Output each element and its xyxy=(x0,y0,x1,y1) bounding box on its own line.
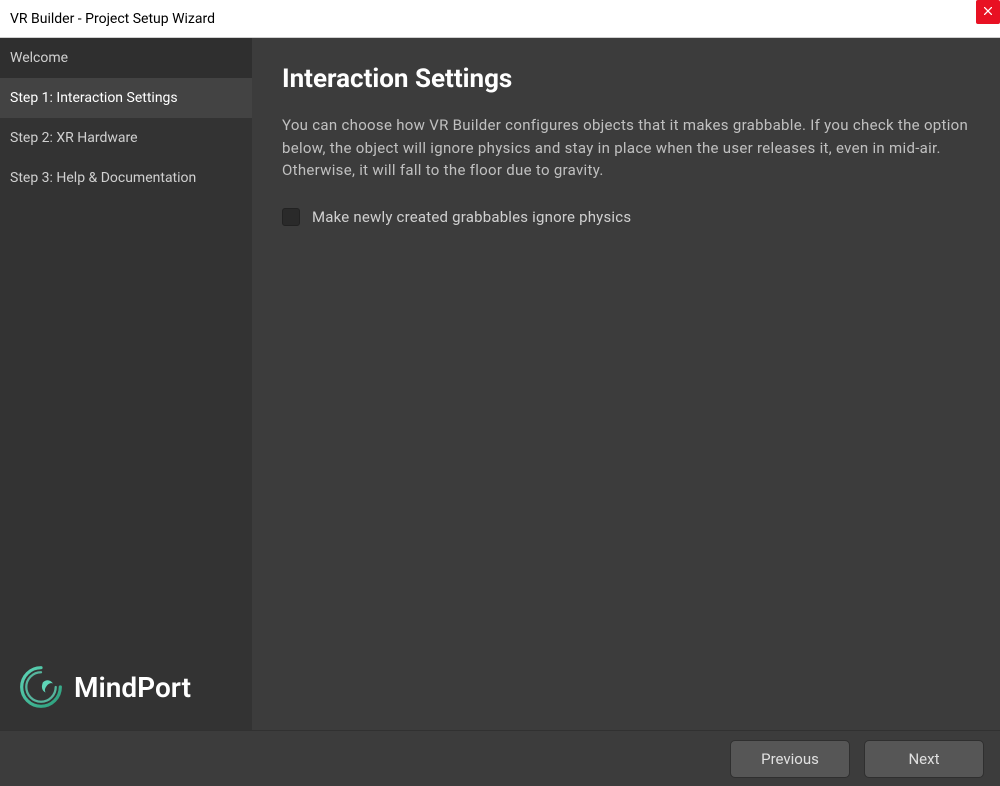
ignore-physics-option[interactable]: Make newly created grabbables ignore phy… xyxy=(282,208,970,226)
page-description: You can choose how VR Builder configures… xyxy=(282,114,970,182)
sidebar: Welcome Step 1: Interaction Settings Ste… xyxy=(0,38,252,730)
sidebar-item-welcome[interactable]: Welcome xyxy=(0,38,252,78)
body: Welcome Step 1: Interaction Settings Ste… xyxy=(0,38,1000,730)
footer: Previous Next xyxy=(0,730,1000,786)
close-icon xyxy=(984,7,992,18)
close-button[interactable] xyxy=(976,0,1000,24)
ignore-physics-label: Make newly created grabbables ignore phy… xyxy=(312,208,631,226)
sidebar-item-help-documentation[interactable]: Step 3: Help & Documentation xyxy=(0,158,252,198)
sidebar-item-label: Step 3: Help & Documentation xyxy=(10,170,196,186)
mindport-logo-icon xyxy=(18,664,64,710)
sidebar-item-label: Welcome xyxy=(10,50,68,66)
ignore-physics-checkbox[interactable] xyxy=(282,208,300,226)
sidebar-item-interaction-settings[interactable]: Step 1: Interaction Settings xyxy=(0,78,252,118)
previous-button-label: Previous xyxy=(761,750,819,768)
previous-button[interactable]: Previous xyxy=(730,740,850,778)
window-title: VR Builder - Project Setup Wizard xyxy=(10,11,215,27)
titlebar: VR Builder - Project Setup Wizard xyxy=(0,0,1000,38)
sidebar-item-label: Step 2: XR Hardware xyxy=(10,130,138,146)
next-button-label: Next xyxy=(908,750,939,768)
brand-logo-text: MindPort xyxy=(74,671,191,704)
titlebar-controls xyxy=(976,0,1000,37)
main-panel: Interaction Settings You can choose how … xyxy=(252,38,1000,730)
next-button[interactable]: Next xyxy=(864,740,984,778)
page-heading: Interaction Settings xyxy=(282,64,970,94)
sidebar-item-xr-hardware[interactable]: Step 2: XR Hardware xyxy=(0,118,252,158)
sidebar-item-label: Step 1: Interaction Settings xyxy=(10,90,178,106)
brand-logo: MindPort xyxy=(0,644,252,730)
